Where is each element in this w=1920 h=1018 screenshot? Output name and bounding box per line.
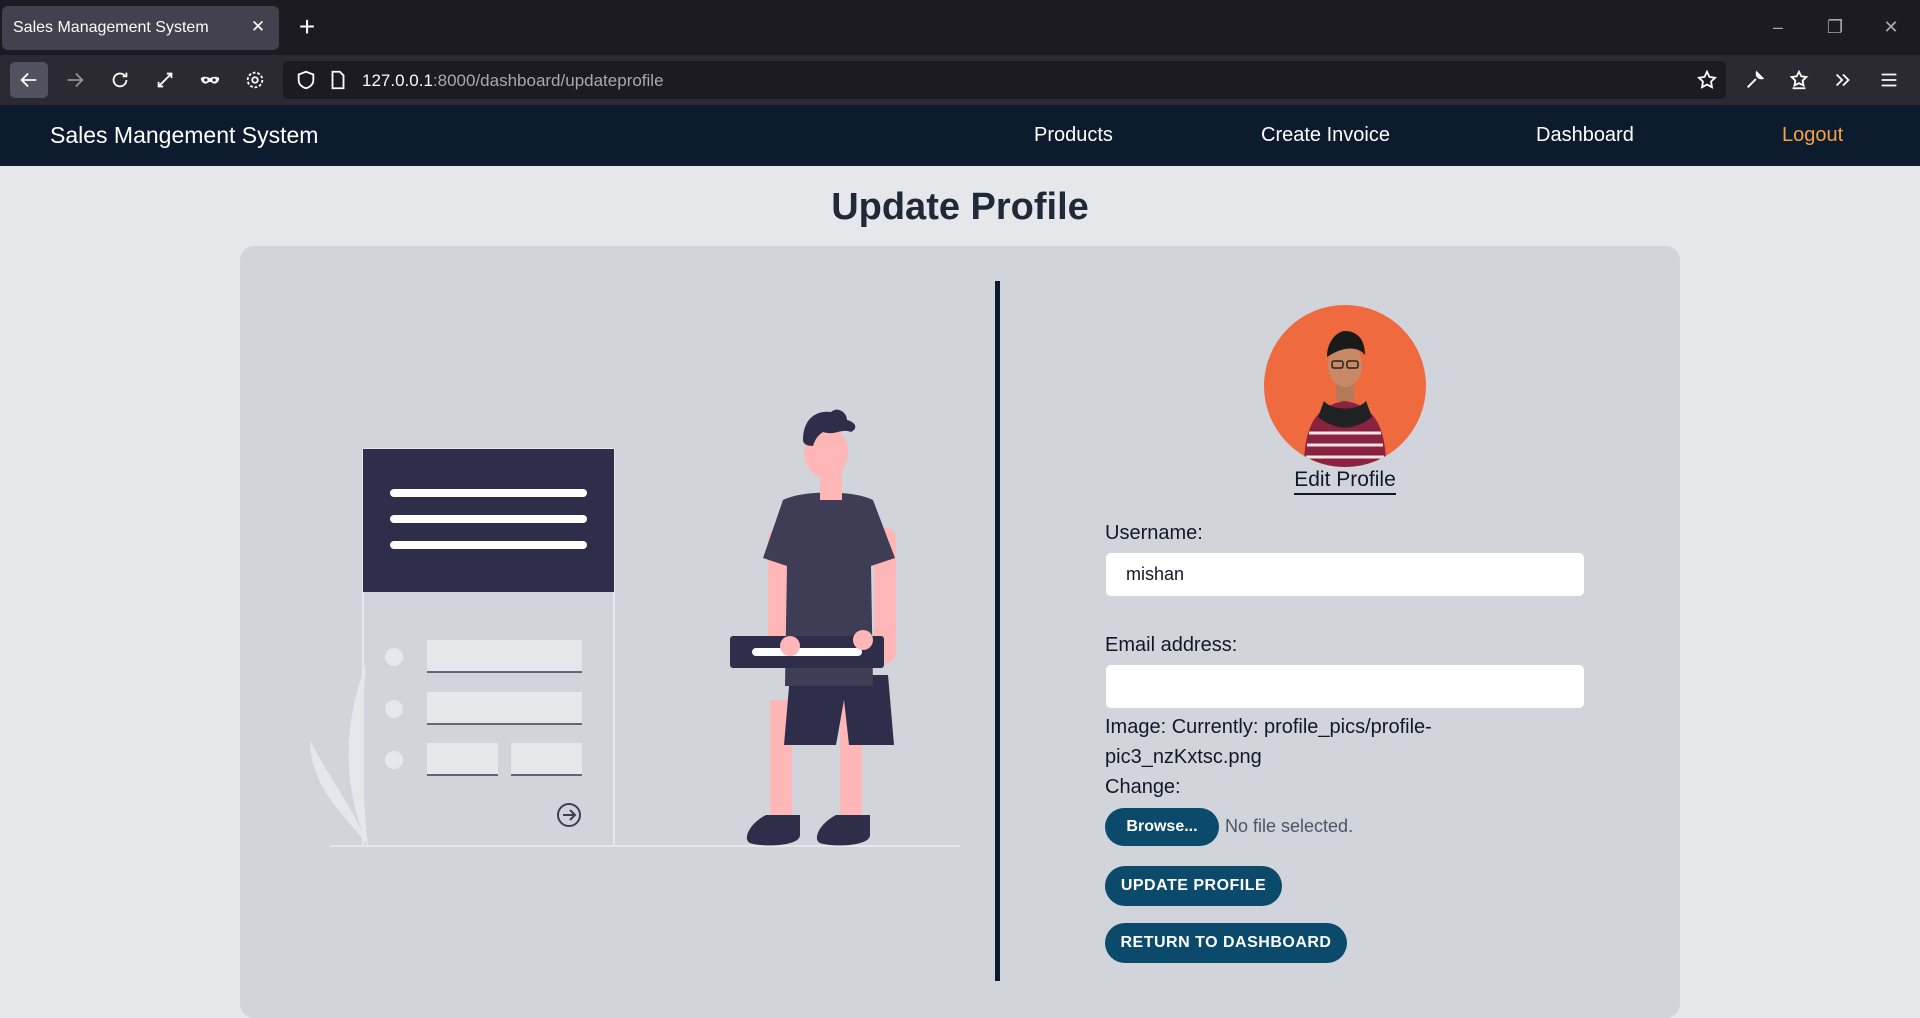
email-label: Email address: — [1105, 634, 1238, 656]
overflow-chevrons-icon[interactable] — [1824, 62, 1862, 98]
change-image-label: Change: — [1105, 776, 1181, 798]
brand-link[interactable]: Sales Mangement System — [50, 122, 318, 149]
nav-create-invoice[interactable]: Create Invoice — [1261, 124, 1390, 147]
no-file-text: No file selected. — [1225, 816, 1354, 836]
current-image-line-1: Image: Currently: profile_pics/profile- — [1105, 716, 1432, 738]
window-close-icon[interactable]: ✕ — [1878, 14, 1904, 40]
card-divider — [995, 281, 1000, 981]
close-tab-icon[interactable]: ✕ — [249, 18, 267, 36]
edit-profile-heading: Edit Profile — [1294, 468, 1396, 495]
minimize-icon[interactable]: – — [1765, 14, 1791, 40]
fullscreen-icon[interactable] — [146, 62, 184, 98]
page-icon[interactable] — [327, 69, 349, 91]
browser-tab[interactable]: Sales Management System ✕ — [2, 6, 279, 50]
browse-file-button[interactable]: Browse... — [1105, 808, 1219, 846]
nav-logout[interactable]: Logout — [1782, 124, 1843, 147]
return-to-dashboard-button[interactable]: RETURN TO DASHBOARD — [1105, 923, 1347, 963]
profile-avatar — [1264, 305, 1426, 467]
hamburger-menu-icon[interactable] — [1870, 62, 1908, 98]
profile-photo — [1304, 331, 1386, 467]
shield-icon[interactable] — [295, 69, 317, 91]
username-label: Username: — [1105, 522, 1203, 544]
browser-toolbar: 127.0.0.1:8000/dashboard/updateprofile — [0, 55, 1920, 105]
url-text[interactable]: 127.0.0.1:8000/dashboard/updateprofile — [362, 71, 664, 91]
site-navbar: Sales Mangement System Products Create I… — [0, 105, 1920, 166]
current-image-line-2: pic3_nzKxtsc.png — [1105, 746, 1262, 768]
private-mask-icon[interactable] — [191, 62, 229, 98]
nav-products[interactable]: Products — [1034, 124, 1113, 147]
tab-title: Sales Management System — [13, 19, 209, 36]
url-bar[interactable]: 127.0.0.1:8000/dashboard/updateprofile — [283, 61, 1726, 99]
new-tab-icon[interactable]: + — [292, 12, 322, 42]
page-title: Update Profile — [831, 186, 1089, 228]
back-icon[interactable] — [10, 62, 48, 98]
extensions-icon[interactable] — [1780, 62, 1818, 98]
nav-dashboard[interactable]: Dashboard — [1536, 124, 1634, 147]
bookmark-star-icon[interactable] — [1696, 69, 1718, 91]
email-input[interactable] — [1105, 664, 1585, 709]
settings-gear-icon[interactable] — [236, 62, 274, 98]
profile-illustration — [310, 409, 960, 847]
update-profile-button[interactable]: UPDATE PROFILE — [1105, 866, 1282, 906]
wrench-icon[interactable] — [1736, 62, 1774, 98]
username-input[interactable] — [1105, 552, 1585, 597]
browser-tab-bar: Sales Management System ✕ + – ❐ ✕ — [0, 0, 1920, 55]
forward-icon[interactable] — [56, 62, 94, 98]
reload-icon[interactable] — [101, 62, 139, 98]
restore-icon[interactable]: ❐ — [1822, 14, 1848, 40]
